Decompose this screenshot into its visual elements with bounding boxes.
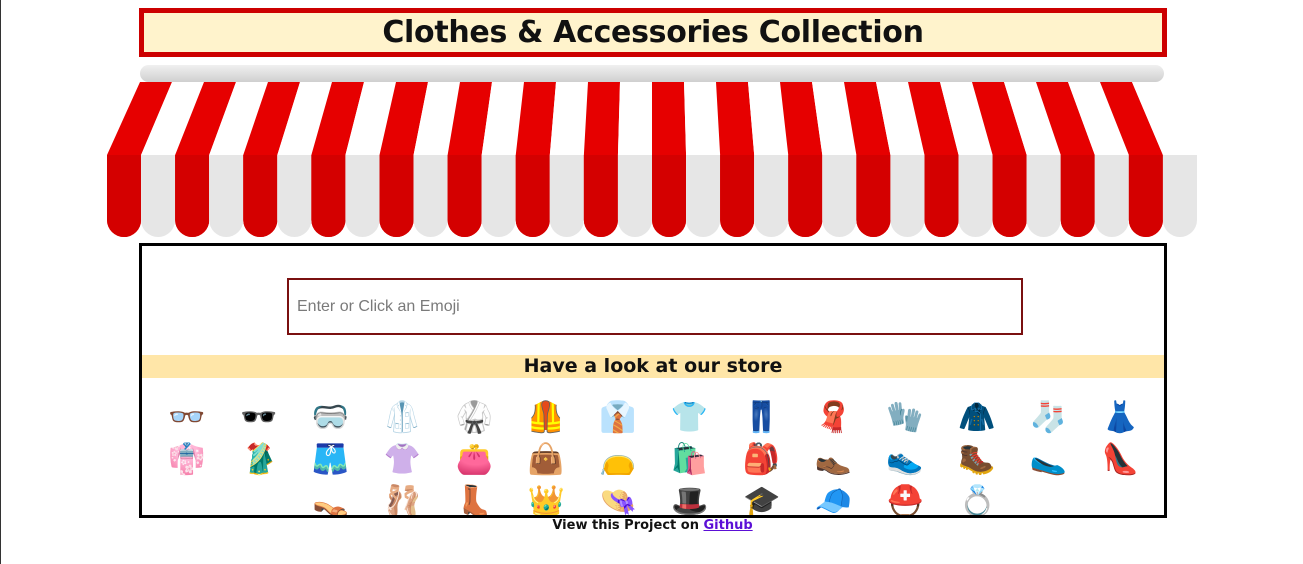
ballet-shoes-emoji[interactable]: 🩰 [378,482,428,515]
goggles-emoji[interactable]: 🥽 [306,398,356,438]
page-title: Clothes & Accessories Collection [382,15,924,50]
shopping-bags-emoji[interactable]: 🛍️ [665,440,715,480]
flat-shoe-emoji[interactable]: 🥿 [1024,440,1074,480]
socks-emoji[interactable]: 🧦 [1024,398,1074,438]
title-box: Clothes & Accessories Collection [139,8,1167,57]
glasses-emoji[interactable]: 👓 [162,398,212,438]
footer-text: View this Project on [552,518,704,533]
lab-coat-emoji[interactable]: 🥼 [377,398,427,438]
emoji-grid: 👓 🕶️ 🥽 🥼 🥋 🦺 👔 👕 👖 🧣 🧤 🧥 🧦 👗 👘 🥻 🩳 👚 👛 👜 👝 🛍️ 🎒 👞 👟 🥾 🥿 👠 👡 🩰 👢 👑 👒 🎩 🎓 🧢 ⛑️… [142,246,1164,515]
necktie-emoji[interactable]: 👔 [593,398,643,438]
martial-arts-uniform-emoji[interactable]: 🥋 [449,398,499,438]
high-heel-emoji[interactable]: 👠 [1095,440,1145,480]
briefs-emoji[interactable]: 🩳 [306,440,356,480]
gloves-emoji[interactable]: 🧤 [880,398,930,438]
purse-emoji[interactable]: 👛 [449,440,499,480]
mans-shoe-emoji[interactable]: 👞 [808,440,858,480]
hiking-boot-emoji[interactable]: 🥾 [952,440,1002,480]
blouse-emoji[interactable]: 👚 [377,440,427,480]
sandal-emoji[interactable]: 👡 [306,482,356,515]
handbag-emoji[interactable]: 👜 [521,440,571,480]
awning [107,82,1197,238]
scarf-emoji[interactable]: 🧣 [808,398,858,438]
store-panel: Have a look at our store 👓🕶️🥽🥼🥋🦺👔👕👖🧣🧤🧥🧦👗… [139,243,1167,518]
billed-cap-emoji[interactable]: 🧢 [809,482,859,515]
safety-vest-emoji[interactable]: 🦺 [521,398,571,438]
top-hat-emoji[interactable]: 🎩 [665,482,715,515]
crown-emoji[interactable]: 👑 [521,482,571,515]
running-shoe-emoji[interactable]: 👟 [880,440,930,480]
kimono-emoji[interactable]: 👘 [162,440,212,480]
t-shirt-emoji[interactable]: 👕 [665,398,715,438]
sari-emoji[interactable]: 🥻 [234,440,284,480]
clutch-bag-emoji[interactable]: 👝 [593,440,643,480]
jeans-emoji[interactable]: 👖 [736,398,786,438]
graduation-cap-emoji[interactable]: 🎓 [737,482,787,515]
ring-emoji[interactable]: 💍 [952,482,1002,515]
womans-hat-emoji[interactable]: 👒 [593,482,643,515]
github-link[interactable]: Github [703,518,752,533]
sunglasses-emoji[interactable]: 🕶️ [234,398,284,438]
dress-emoji[interactable]: 👗 [1095,398,1145,438]
backpack-emoji[interactable]: 🎒 [736,440,786,480]
boot-emoji[interactable]: 👢 [450,482,500,515]
rescue-helmet-emoji[interactable]: ⛑️ [880,482,930,515]
coat-emoji[interactable]: 🧥 [952,398,1002,438]
footer: View this Project on Github [1,518,1303,533]
